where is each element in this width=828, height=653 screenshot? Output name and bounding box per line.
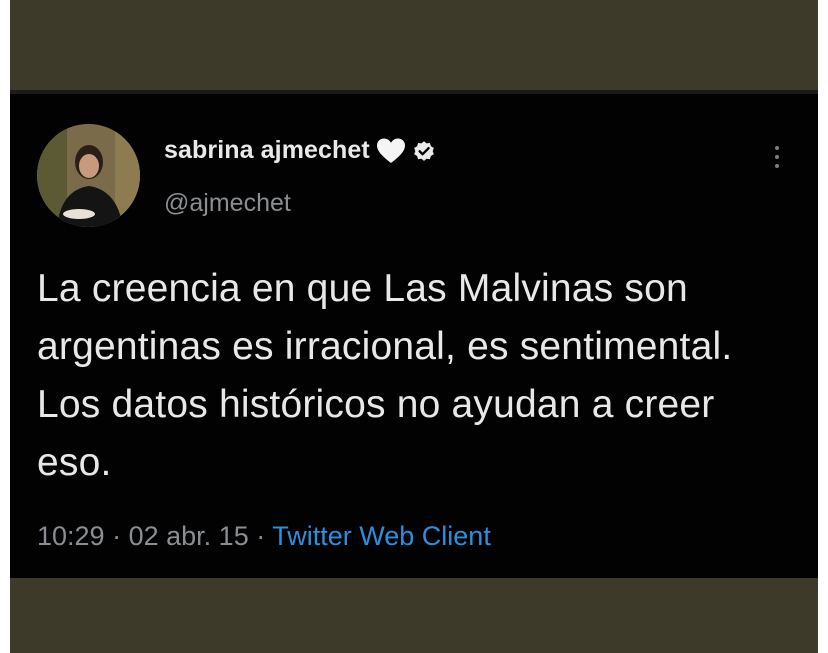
- meta-separator: ·: [112, 521, 122, 551]
- author-display-name[interactable]: sabrina ajmechet: [164, 136, 370, 165]
- verified-badge-icon: [414, 140, 434, 161]
- avatar-photo: [37, 124, 140, 227]
- author-handle[interactable]: @ajmechet: [164, 189, 291, 218]
- tweet-text: La creencia en que Las Malvinas son arge…: [37, 267, 733, 484]
- tweet-time[interactable]: 10:29: [37, 521, 105, 551]
- tweet-source-link[interactable]: Twitter Web Client: [272, 521, 491, 551]
- meta-separator: ·: [256, 521, 266, 551]
- tweet-date[interactable]: 02 abr. 15: [129, 521, 249, 551]
- tweet-meta: 10:29 · 02 abr. 15 · Twitter Web Client: [37, 521, 491, 552]
- author-name-row: sabrina ajmechet: [164, 136, 436, 165]
- avatar[interactable]: [37, 124, 140, 227]
- tweet-card[interactable]: sabrina ajmechet @ajmechet La creencia e…: [10, 94, 818, 578]
- more-vertical-icon[interactable]: [770, 142, 784, 172]
- white-heart-icon: [376, 138, 405, 163]
